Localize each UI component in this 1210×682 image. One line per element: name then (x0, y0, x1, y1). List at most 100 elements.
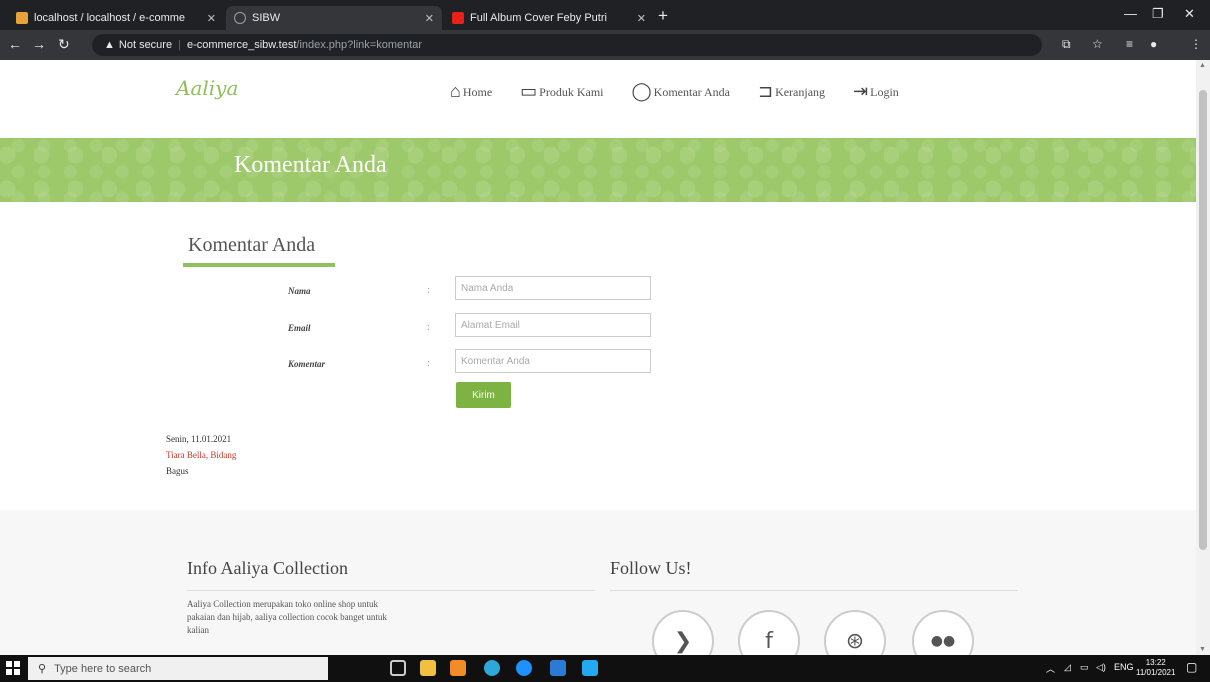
browser-tab-phpmyadmin[interactable]: localhost / localhost / e-comme ✕ (8, 6, 224, 30)
comment-date: Senin, 11.01.2021 (166, 434, 232, 444)
divider (610, 590, 1018, 591)
security-label: Not secure (118, 39, 173, 51)
footer: Info Aaliya Collection Aaliya Collection… (0, 510, 1196, 655)
file-explorer-icon[interactable] (420, 660, 436, 676)
tab-title: Full Album Cover Feby Putri (470, 12, 607, 24)
page-scrollbar[interactable]: ▲ ▼ (1196, 60, 1210, 655)
cart-icon: ⊐ (757, 81, 774, 101)
store-icon[interactable] (550, 660, 566, 676)
nav-login[interactable]: ⇥ Login (853, 82, 899, 100)
minimize-icon[interactable]: — (1124, 6, 1137, 21)
vscode-icon[interactable] (582, 660, 598, 676)
clock-date: 11/01/2021 (1136, 668, 1176, 677)
new-tab-button[interactable]: + (658, 6, 668, 26)
comment-label: Komentar (288, 359, 326, 369)
scroll-up-icon[interactable]: ▲ (1199, 62, 1206, 69)
nav-label: Keranjang (775, 85, 826, 99)
youtube-favicon-icon (452, 12, 464, 24)
browser-tab-youtube[interactable]: Full Album Cover Feby Putri ✕ (444, 6, 654, 30)
close-window-icon[interactable]: ✕ (1184, 6, 1195, 22)
battery-icon[interactable]: ▭ (1080, 662, 1089, 673)
nav-label: Produk Kami (539, 85, 604, 99)
scroll-down-icon[interactable]: ▼ (1199, 646, 1206, 653)
web-page: Aaliya ⌂ Home ▭ Produk Kami ◯ Komentar A… (0, 60, 1196, 655)
url-host: e-commerce_sibw.test (186, 39, 297, 51)
nav-keranjang[interactable]: ⊐ Keranjang (758, 82, 825, 100)
dribbble-icon[interactable]: ⊛ (824, 610, 886, 655)
warning-icon: ▲ (104, 39, 115, 51)
facebook-icon[interactable]: f (738, 610, 800, 655)
browser-tab-strip: localhost / localhost / e-comme ✕ SIBW ✕… (0, 0, 1210, 30)
footer-follow-title: Follow Us! (610, 558, 692, 578)
phpmyadmin-favicon-icon (16, 12, 28, 24)
translate-icon[interactable]: ⧉ (1062, 37, 1071, 52)
chevron-up-icon[interactable]: ︿ (1046, 662, 1055, 675)
email-label: Email (288, 323, 311, 333)
close-icon[interactable]: ✕ (637, 12, 646, 25)
bookmark-star-icon[interactable]: ☆ (1092, 37, 1103, 51)
reload-icon[interactable]: ↻ (58, 36, 70, 53)
search-placeholder: Type here to search (54, 662, 152, 675)
url-separator: | (178, 39, 181, 51)
footer-info-text: Aaliya Collection merupakan toko online … (187, 599, 387, 635)
chrome-icon[interactable] (516, 660, 532, 676)
colon: : (427, 285, 430, 296)
language-indicator[interactable]: ENG (1114, 662, 1134, 672)
close-icon[interactable]: ✕ (207, 12, 216, 25)
monitor-icon: ▭ (520, 81, 538, 101)
menu-kebab-icon[interactable]: ⋮ (1190, 37, 1202, 51)
profile-avatar-icon[interactable]: ● (1150, 37, 1157, 51)
taskbar-search[interactable]: ⚲ Type here to search (28, 657, 328, 680)
nav-home[interactable]: ⌂ Home (450, 82, 492, 100)
nav-produk-kami[interactable]: ▭ Produk Kami (520, 82, 603, 100)
divider (187, 590, 595, 591)
comment-icon: ◯ (631, 81, 652, 101)
windows-taskbar: ⚲ Type here to search ︿ ◿ ▭ ◁) ENG 13:22… (0, 655, 1210, 682)
forward-icon[interactable]: → (32, 36, 46, 52)
clock-time: 13:22 (1145, 658, 1166, 667)
nav-label: Login (870, 85, 899, 99)
login-icon: ⇥ (853, 81, 869, 101)
comment-author: Tiara Bella, Bidang (166, 450, 237, 460)
task-view-icon[interactable] (390, 660, 406, 676)
name-field[interactable] (455, 276, 651, 300)
browser-tab-sibw[interactable]: SIBW ✕ (226, 6, 442, 30)
nav-label: Komentar Anda (653, 85, 730, 99)
tab-title: SIBW (252, 12, 281, 24)
back-icon[interactable]: ← (8, 36, 22, 52)
flickr-icon[interactable]: ●● (912, 610, 974, 655)
address-bar[interactable]: ▲ Not secure | e-commerce_sibw.test /ind… (92, 34, 1042, 56)
home-icon: ⌂ (450, 81, 461, 101)
network-icon[interactable]: ◿ (1064, 662, 1071, 673)
twitter-icon[interactable]: ❯ (652, 610, 714, 655)
edge-icon[interactable] (484, 660, 500, 676)
name-label: Nama (288, 286, 311, 296)
nav-komentar-anda[interactable]: ◯ Komentar Anda (632, 82, 730, 100)
url-path: /index.php?link=komentar (296, 39, 423, 51)
site-logo[interactable]: Aaliya (176, 76, 238, 100)
maximize-icon[interactable]: ❐ (1152, 6, 1164, 22)
banner-title: Komentar Anda (234, 152, 387, 178)
search-icon: ⚲ (38, 663, 47, 675)
notification-icon[interactable]: ▢ (1186, 660, 1197, 674)
colon: : (427, 358, 430, 369)
section-underline (183, 263, 335, 267)
system-clock[interactable]: 13:22 11/01/2021 (1136, 658, 1175, 678)
comment-text: Bagus (166, 466, 189, 476)
globe-icon (234, 12, 246, 24)
tab-title: localhost / localhost / e-comme (34, 12, 186, 24)
browser-toolbar: ← → ↻ ▲ Not secure | e-commerce_sibw.tes… (0, 30, 1210, 60)
colon: : (427, 322, 430, 333)
comment-field[interactable] (455, 349, 651, 373)
footer-info-title: Info Aaliya Collection (187, 558, 348, 578)
windows-start-icon[interactable] (6, 661, 20, 675)
scrollbar-thumb[interactable] (1199, 90, 1207, 550)
email-field[interactable] (455, 313, 651, 337)
volume-icon[interactable]: ◁) (1096, 662, 1106, 673)
main-nav: ⌂ Home ▭ Produk Kami ◯ Komentar Anda ⊐ K… (450, 82, 899, 100)
section-title: Komentar Anda (188, 234, 316, 256)
reading-list-icon[interactable]: ≡ (1126, 37, 1133, 51)
xampp-icon[interactable] (450, 660, 466, 676)
submit-button[interactable]: Kirim (456, 382, 511, 408)
close-icon[interactable]: ✕ (425, 12, 434, 25)
